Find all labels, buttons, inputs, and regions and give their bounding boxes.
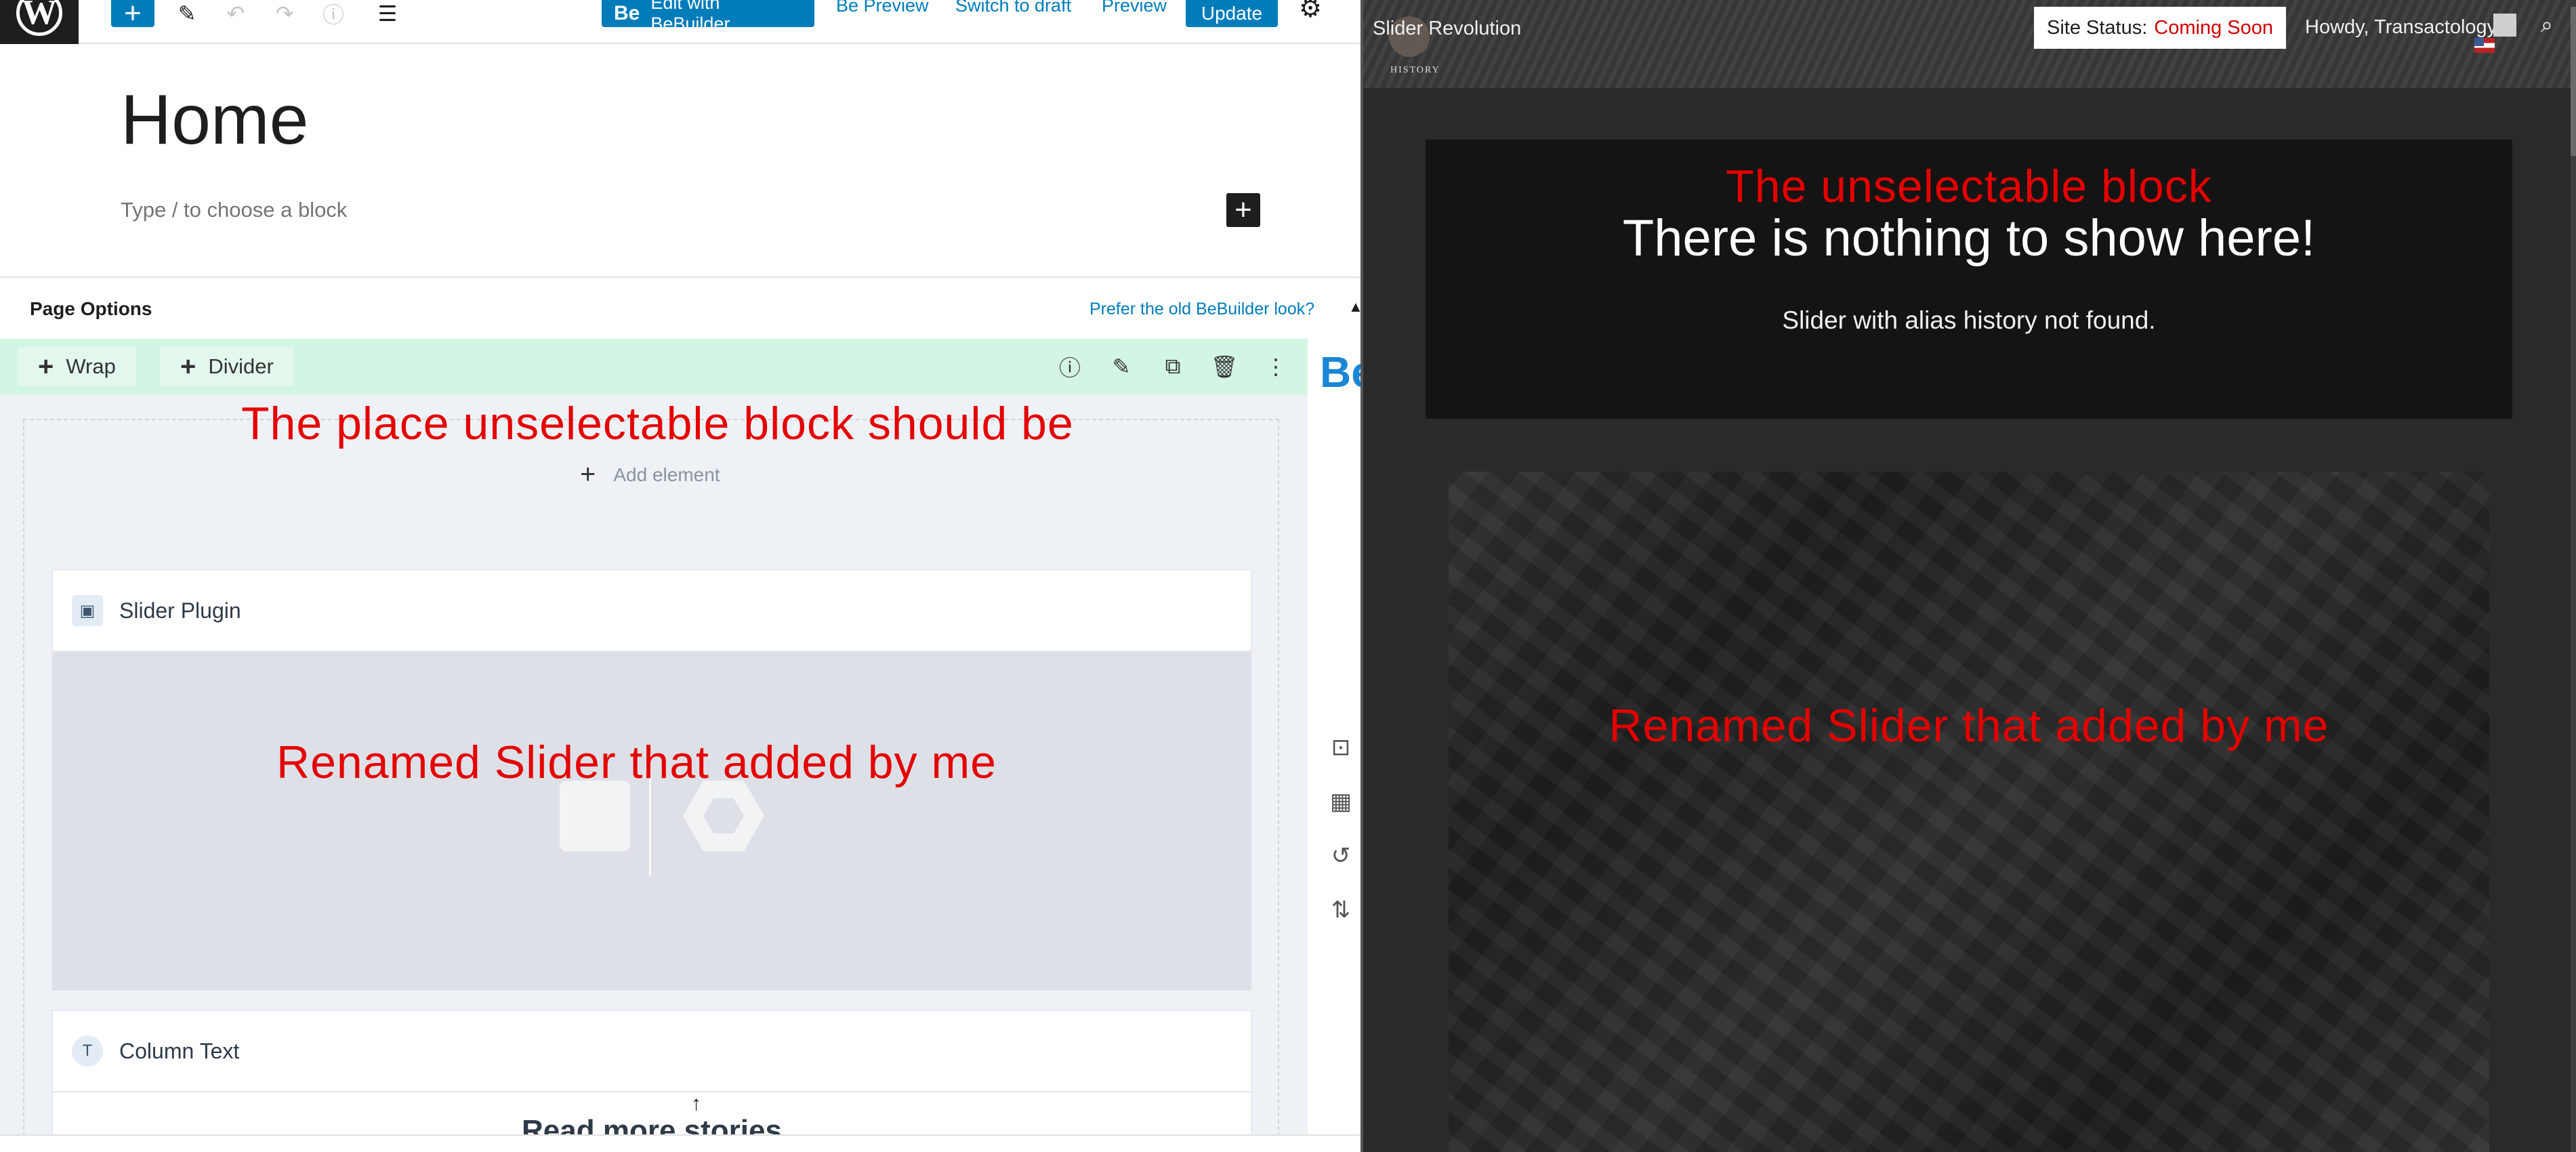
list-view-icon[interactable]: ☰ — [373, 0, 402, 27]
avatar-icon[interactable] — [2493, 14, 2516, 37]
annotation-unselectable: The unselectable block — [1726, 161, 2212, 212]
howdy-user[interactable]: Howdy, Transactology — [2305, 16, 2497, 39]
add-element-label: Add element — [613, 464, 720, 485]
element-header: ▣ Slider Plugin — [53, 571, 1251, 652]
update-button[interactable]: Update — [1186, 0, 1278, 27]
slider-not-found-notice: The unselectable block There is nothing … — [1426, 140, 2512, 419]
add-divider-button[interactable]: + Divider — [160, 347, 294, 386]
site-preview: Slider Revolution HISTORY Site Status: C… — [1360, 0, 2576, 1152]
wrap-toolbar: + Wrap + Divider ⓘ ✎ ⧉ 🗑 ⋮ — [0, 339, 1308, 394]
template-icon[interactable]: ⊡ — [1324, 731, 1358, 764]
slider-preview — [53, 652, 1251, 991]
site-status-value: Coming Soon — [2154, 16, 2274, 39]
cursor-icon: ↑ — [691, 1092, 701, 1115]
add-wrap-label: Wrap — [66, 354, 116, 378]
site-name[interactable]: Slider Revolution — [1373, 18, 1521, 40]
wordpress-logo-icon[interactable]: W — [0, 0, 79, 44]
plus-icon: + — [1234, 193, 1252, 226]
add-element-button[interactable]: + Add element — [580, 459, 720, 490]
be-preview-link[interactable]: Be Preview — [836, 0, 929, 16]
add-block-button[interactable]: + — [111, 0, 154, 30]
bebuilder-logo-icon: Be — [614, 2, 640, 24]
more-vertical-icon[interactable]: ⋮ — [1260, 351, 1291, 382]
pencil-icon[interactable]: ✎ — [172, 0, 202, 27]
annotation-place: The place unselectable block should be — [241, 398, 1074, 449]
block-editor: W + ✎ ↶ ↷ ⓘ ☰ Be Edit with BeBuilder Be … — [0, 0, 1360, 1152]
element-title: Column Text — [119, 1038, 240, 1063]
plus-icon: + — [180, 351, 196, 382]
search-icon[interactable]: ⌕ — [2541, 12, 2553, 38]
site-header: Slider Revolution HISTORY Site Status: C… — [1363, 0, 2576, 88]
slider-icon: ▣ — [72, 595, 103, 626]
undo-icon[interactable]: ↶ — [221, 0, 251, 27]
layout-icon[interactable]: ▦ — [1324, 785, 1358, 819]
inline-add-block-button[interactable]: + — [1226, 193, 1260, 227]
plus-icon: + — [38, 351, 54, 382]
gear-icon[interactable]: ⚙ — [1295, 0, 1325, 23]
edit-with-bebuilder-button[interactable]: Be Edit with BeBuilder — [602, 0, 814, 34]
annotation-slider: Renamed Slider that added by me — [276, 737, 997, 788]
page-options-title: Page Options — [30, 298, 152, 319]
text-icon: T — [72, 1035, 103, 1067]
editor-footer — [0, 1134, 1360, 1152]
edit-icon[interactable]: ✎ — [1106, 351, 1137, 382]
switch-to-draft-link[interactable]: Switch to draft — [955, 0, 1071, 16]
site-status-label: Site Status: — [2046, 16, 2148, 39]
slider-background: Renamed Slider that added by me — [1449, 472, 2489, 1152]
element-title: Slider Plugin — [119, 598, 241, 623]
scrollbar-thumb[interactable] — [2571, 7, 2576, 156]
info-icon[interactable]: ⓘ — [318, 0, 348, 27]
redo-icon[interactable]: ↷ — [270, 0, 299, 27]
preview-link[interactable]: Preview — [1102, 0, 1167, 16]
slider-placeholder-icon — [560, 781, 630, 851]
logo-text: HISTORY — [1390, 65, 1440, 75]
slider-revolution-logo-icon — [683, 781, 764, 851]
column-text-element[interactable]: T Column Text Read more stories — [51, 1010, 1252, 1152]
block-placeholder[interactable]: Type / to choose a block — [121, 198, 347, 222]
plus-icon: + — [580, 459, 596, 489]
info-icon[interactable]: ⓘ — [1054, 351, 1085, 382]
bebuilder-logo-icon: Be — [1320, 348, 1360, 396]
edit-with-bebuilder-label: Edit with BeBuilder — [650, 0, 730, 34]
old-bebuilder-look-link[interactable]: Prefer the old BeBuilder look? — [1089, 300, 1314, 319]
trash-icon[interactable]: 🗑 — [1209, 351, 1240, 382]
element-header: T Column Text — [53, 1011, 1251, 1092]
plus-icon: + — [124, 0, 142, 30]
scrollbar[interactable] — [2571, 0, 2576, 1152]
site-status-badge[interactable]: Site Status: Coming Soon — [2034, 7, 2286, 49]
notice-title: There is nothing to show here! — [1622, 209, 2316, 267]
annotation-slider: Renamed Slider that added by me — [1608, 700, 2329, 752]
editor-top-toolbar: W + ✎ ↶ ↷ ⓘ ☰ Be Edit with BeBuilder Be … — [0, 0, 1360, 44]
copy-icon[interactable]: ⧉ — [1157, 351, 1188, 382]
collapse-caret-icon[interactable]: ▲ — [1348, 298, 1360, 316]
page-title[interactable]: Home — [121, 80, 308, 161]
add-wrap-button[interactable]: + Wrap — [18, 347, 136, 386]
history-icon[interactable]: ↺ — [1324, 839, 1358, 873]
sort-icon[interactable]: ⇅ — [1324, 893, 1358, 927]
flag-icon[interactable] — [2474, 38, 2495, 53]
add-divider-label: Divider — [208, 354, 274, 378]
notice-message: Slider with alias history not found. — [1782, 306, 2156, 334]
